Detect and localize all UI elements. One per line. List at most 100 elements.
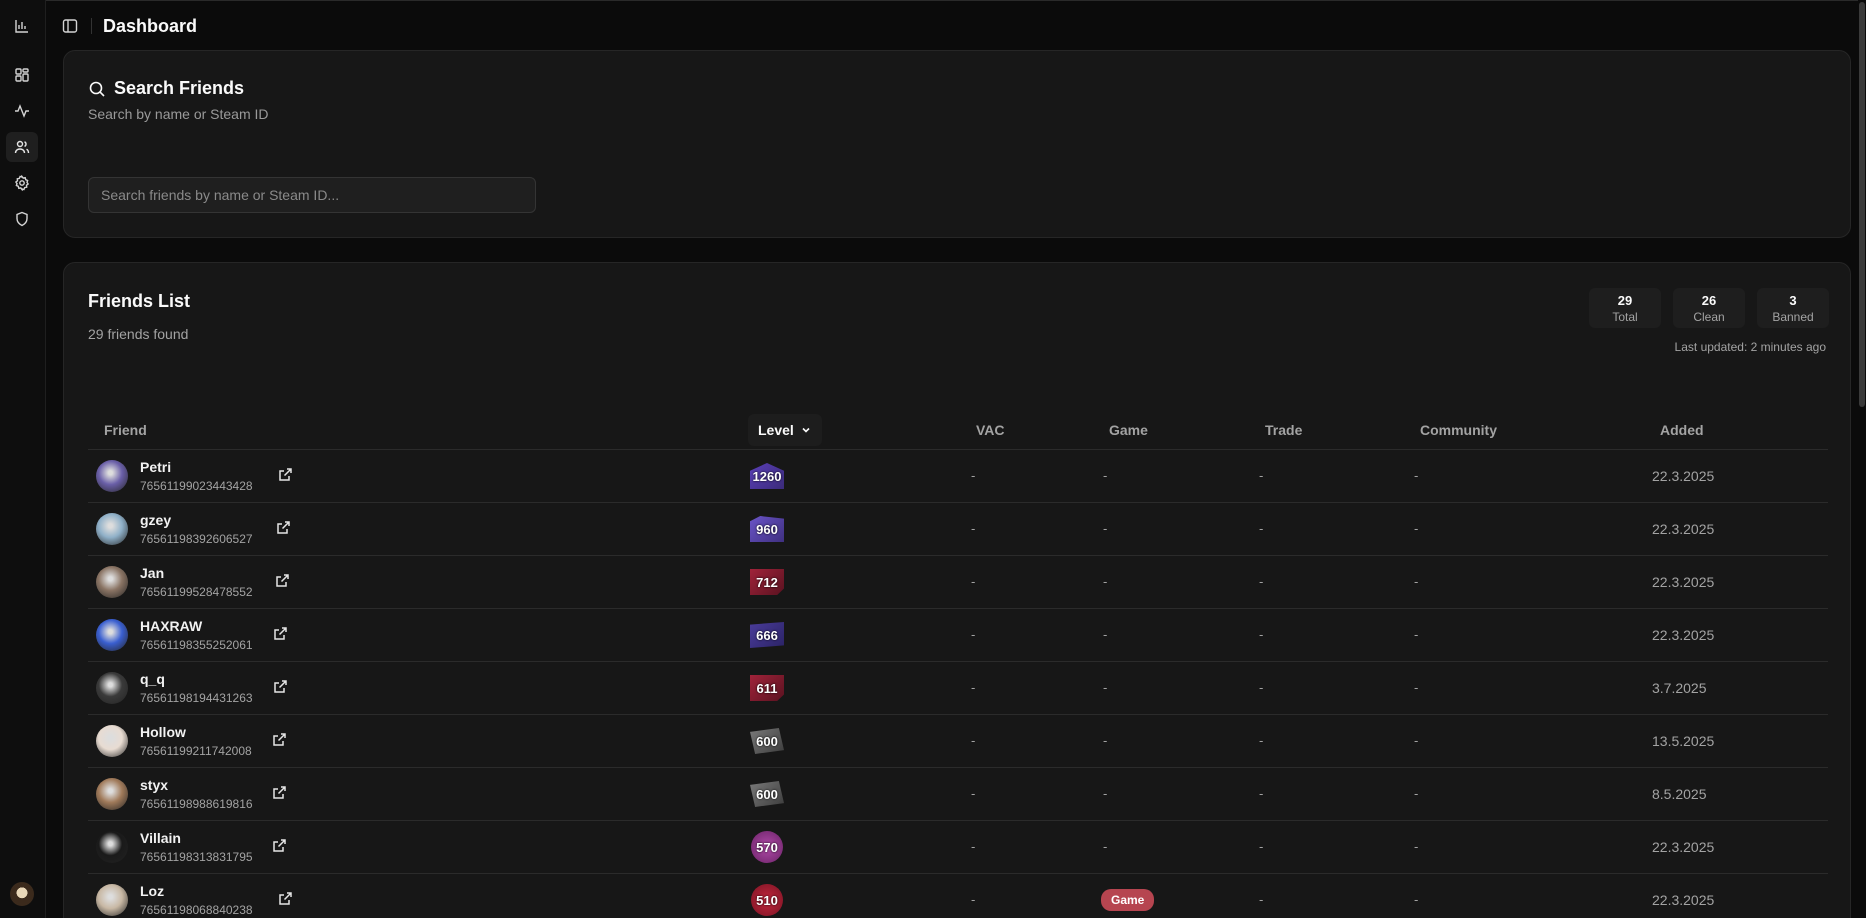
- friend-avatar[interactable]: [96, 725, 128, 757]
- community-status: -: [1414, 468, 1419, 483]
- search-card-title: Search Friends: [114, 78, 245, 98]
- friend-avatar[interactable]: [96, 672, 128, 704]
- vac-status: -: [971, 839, 976, 854]
- column-community[interactable]: Community: [1420, 422, 1497, 438]
- friend-avatar[interactable]: [96, 884, 128, 916]
- stat-total: 29 Total: [1589, 288, 1661, 328]
- friend-avatar[interactable]: [96, 619, 128, 651]
- external-link-icon[interactable]: [272, 626, 288, 642]
- friends-table: Friend Level VAC Game Trade Community Ad…: [88, 410, 1828, 918]
- search-input[interactable]: [88, 177, 536, 213]
- friend-name[interactable]: Villain: [140, 830, 181, 846]
- friend-avatar[interactable]: [96, 513, 128, 545]
- trade-status: -: [1259, 839, 1264, 854]
- friend-name[interactable]: Jan: [140, 565, 164, 581]
- game-status: -: [1103, 468, 1108, 483]
- vac-status: -: [971, 521, 976, 536]
- friend-name[interactable]: HAXRAW: [140, 618, 202, 634]
- sidebar-toggle-icon[interactable]: [62, 18, 78, 34]
- external-link-icon[interactable]: [277, 891, 293, 907]
- community-status: -: [1414, 839, 1419, 854]
- friend-name[interactable]: q_q: [140, 671, 165, 687]
- column-game[interactable]: Game: [1109, 422, 1148, 438]
- friends-count: 29 friends found: [88, 326, 189, 342]
- vac-status: -: [971, 627, 976, 642]
- table-row[interactable]: Jan 76561199528478552 712 - - - - 22.3.2025: [88, 556, 1828, 609]
- added-date: 22.3.2025: [1652, 892, 1715, 908]
- vac-status: -: [971, 680, 976, 695]
- table-row[interactable]: Hollow 76561199211742008 600 - - - - 13.5.2025: [88, 715, 1828, 768]
- dashboard-grid-icon[interactable]: [6, 60, 38, 90]
- search-icon: [89, 81, 105, 97]
- chevron-down-icon: [802, 427, 810, 433]
- table-row[interactable]: Petri 76561199023443428 1260 - - - - 22.3.2025: [88, 450, 1828, 503]
- friend-name[interactable]: styx: [140, 777, 168, 793]
- level-badge: 570: [751, 831, 783, 863]
- friend-name[interactable]: Loz: [140, 883, 164, 899]
- page-title: Dashboard: [103, 16, 198, 36]
- vac-status: -: [971, 733, 976, 748]
- stat-clean: 26 Clean: [1673, 288, 1745, 328]
- bar-chart-icon[interactable]: [6, 11, 38, 41]
- shield-icon[interactable]: [6, 204, 38, 234]
- game-status: -: [1103, 574, 1108, 589]
- table-row[interactable]: styx 76561198988619816 600 - - - - 8.5.2025: [88, 768, 1828, 821]
- level-badge: 712: [750, 569, 784, 595]
- steam-id: 76561198313831795: [140, 850, 253, 864]
- friend-name[interactable]: Petri: [140, 459, 171, 475]
- stat-label: Clean: [1693, 310, 1725, 324]
- level-badge: 600: [750, 728, 784, 754]
- search-card-subtitle: Search by name or Steam ID: [88, 106, 269, 122]
- added-date: 22.3.2025: [1652, 627, 1715, 643]
- users-icon[interactable]: [6, 132, 38, 162]
- added-date: 13.5.2025: [1652, 733, 1715, 749]
- top-bar: Dashboard: [46, 0, 1866, 50]
- external-link-icon[interactable]: [274, 573, 290, 589]
- friend-avatar[interactable]: [96, 566, 128, 598]
- external-link-icon[interactable]: [271, 785, 287, 801]
- friend-avatar[interactable]: [96, 831, 128, 863]
- external-link-icon[interactable]: [271, 838, 287, 854]
- trade-status: -: [1259, 574, 1264, 589]
- steam-id: 76561199528478552: [140, 585, 253, 599]
- table-row[interactable]: Loz 76561198068840238 510 - Game - - 22.3.2025: [88, 874, 1828, 918]
- friend-avatar[interactable]: [96, 460, 128, 492]
- friend-name[interactable]: gzey: [140, 512, 171, 528]
- column-level-sort[interactable]: Level: [748, 414, 822, 446]
- vac-status: -: [971, 468, 976, 483]
- community-status: -: [1414, 627, 1419, 642]
- user-avatar[interactable]: [10, 882, 34, 906]
- trade-status: -: [1259, 468, 1264, 483]
- friend-avatar[interactable]: [96, 778, 128, 810]
- community-status: -: [1414, 892, 1419, 907]
- activity-icon[interactable]: [6, 96, 38, 126]
- column-trade[interactable]: Trade: [1265, 422, 1302, 438]
- last-updated: Last updated: 2 minutes ago: [1674, 340, 1826, 354]
- trade-status: -: [1259, 733, 1264, 748]
- stat-banned: 3 Banned: [1757, 288, 1829, 328]
- external-link-icon[interactable]: [271, 732, 287, 748]
- gear-icon[interactable]: [6, 168, 38, 198]
- steam-id: 76561199023443428: [140, 479, 253, 493]
- external-link-icon[interactable]: [272, 679, 288, 695]
- added-date: 8.5.2025: [1652, 786, 1707, 802]
- community-status: -: [1414, 521, 1419, 536]
- vac-status: -: [971, 786, 976, 801]
- table-row[interactable]: gzey 76561198392606527 960 - - - - 22.3.2025: [88, 503, 1828, 556]
- friend-name[interactable]: Hollow: [140, 724, 186, 740]
- page-scrollbar[interactable]: [1858, 0, 1866, 918]
- table-body: Petri 76561199023443428 1260- - - -22.3.2025 g…: [88, 450, 1828, 918]
- column-vac[interactable]: VAC: [976, 422, 1005, 438]
- external-link-icon[interactable]: [275, 520, 291, 536]
- added-date: 22.3.2025: [1652, 839, 1715, 855]
- scrollbar-thumb[interactable]: [1859, 2, 1865, 407]
- stat-value: 3: [1789, 293, 1797, 308]
- external-link-icon[interactable]: [277, 467, 293, 483]
- table-row[interactable]: HAXRAW 76561198355252061 666 - - - - 22.3.2025: [88, 609, 1828, 662]
- friends-list-card: Friends List 29 friends found 29 Total 2…: [63, 262, 1851, 918]
- table-row[interactable]: q_q 76561198194431263 611 - - - - 3.7.2025: [88, 662, 1828, 715]
- table-row[interactable]: Villain 76561198313831795 570 - - - - 22.3.2025: [88, 821, 1828, 874]
- column-friend[interactable]: Friend: [104, 422, 147, 438]
- column-added[interactable]: Added: [1660, 422, 1704, 438]
- steam-id: 76561198068840238: [140, 903, 253, 917]
